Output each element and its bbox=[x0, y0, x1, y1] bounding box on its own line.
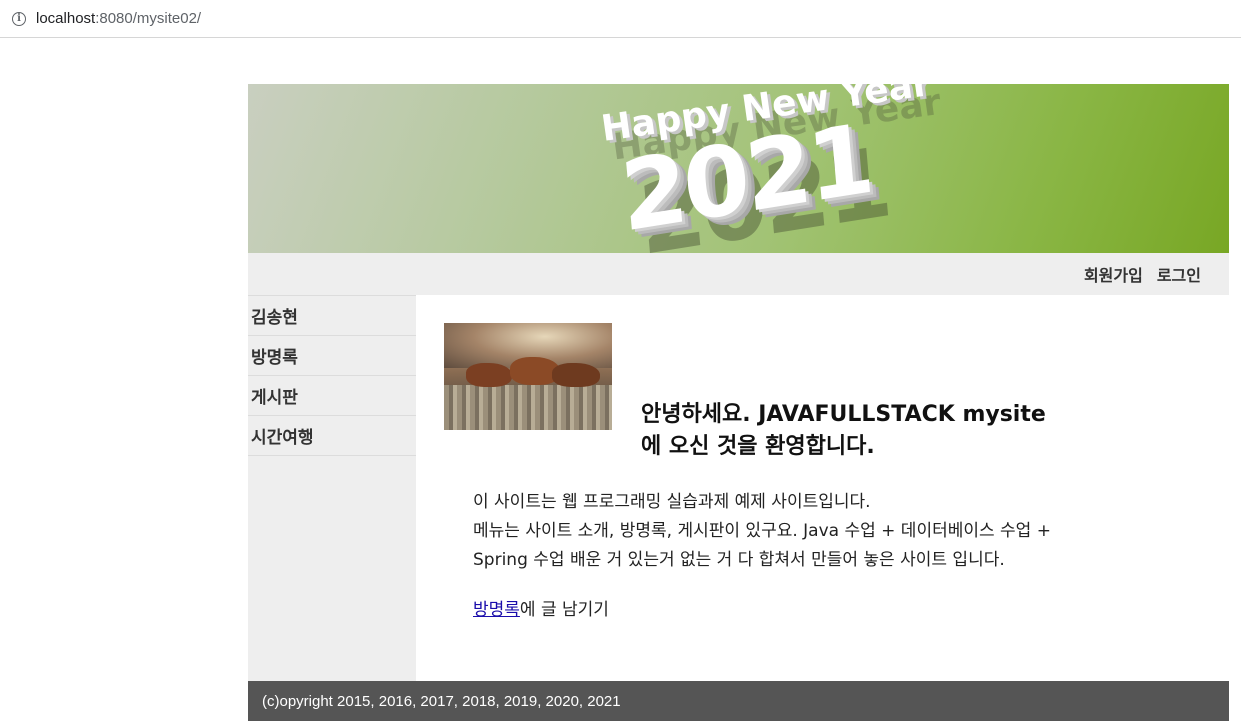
welcome-heading: 안녕하세요. JAVAFULLSTACK mysite 에 오신 것을 환영합니… bbox=[641, 399, 1046, 463]
address-bar[interactable]: i localhost:8080/mysite02/ bbox=[0, 0, 1241, 38]
sidebar-item-board[interactable]: 게시판 bbox=[248, 376, 416, 416]
description-line-2: 메뉴는 사이트 소개, 방명록, 게시판이 있구요. Java 수업 + 데이터… bbox=[473, 521, 1051, 541]
top-navigation: 회원가입 로그인 bbox=[248, 253, 1229, 295]
url-path: :8080/mysite02/ bbox=[95, 10, 202, 27]
main-content: 안녕하세요. JAVAFULLSTACK mysite 에 오신 것을 환영합니… bbox=[416, 295, 1229, 681]
header-banner: Happy New Year 2021 bbox=[248, 84, 1229, 253]
horses-image bbox=[444, 323, 612, 430]
guestbook-suffix: 에 글 남기기 bbox=[519, 600, 609, 620]
sidebar-item-guestbook[interactable]: 방명록 bbox=[248, 336, 416, 376]
login-link[interactable]: 로그인 bbox=[1157, 262, 1201, 286]
sidebar: 김송현 방명록 게시판 시간여행 bbox=[248, 295, 416, 681]
sidebar-item-timetravel[interactable]: 시간여행 bbox=[248, 416, 416, 456]
welcome-line-1: 안녕하세요. JAVAFULLSTACK mysite bbox=[641, 402, 1046, 427]
site-description: 이 사이트는 웹 프로그래밍 실습과제 예제 사이트입니다. 메뉴는 사이트 소… bbox=[473, 488, 1193, 575]
welcome-line-2: 에 오신 것을 환영합니다. bbox=[641, 434, 875, 459]
horse-shape bbox=[552, 363, 600, 387]
footer: (c)opyright 2015, 2016, 2017, 2018, 2019… bbox=[248, 681, 1229, 721]
description-line-3: Spring 수업 배운 거 있는거 없는 거 다 합쳐서 만들어 놓은 사이트… bbox=[473, 550, 1005, 570]
image-ground bbox=[444, 385, 612, 430]
url-host: localhost bbox=[36, 10, 96, 27]
guestbook-prompt: 방명록에 글 남기기 bbox=[473, 595, 609, 620]
sidebar-item-profile[interactable]: 김송현 bbox=[248, 296, 416, 336]
join-link[interactable]: 회원가입 bbox=[1084, 262, 1143, 286]
copyright-text: (c)opyright 2015, 2016, 2017, 2018, 2019… bbox=[262, 692, 621, 710]
site-container: Happy New Year 2021 회원가입 로그인 김송현 방명록 게시판… bbox=[248, 84, 1229, 721]
description-line-1: 이 사이트는 웹 프로그래밍 실습과제 예제 사이트입니다. bbox=[473, 492, 871, 512]
info-icon[interactable]: i bbox=[12, 11, 26, 26]
horse-shape bbox=[466, 363, 512, 387]
guestbook-link[interactable]: 방명록 bbox=[473, 600, 520, 620]
